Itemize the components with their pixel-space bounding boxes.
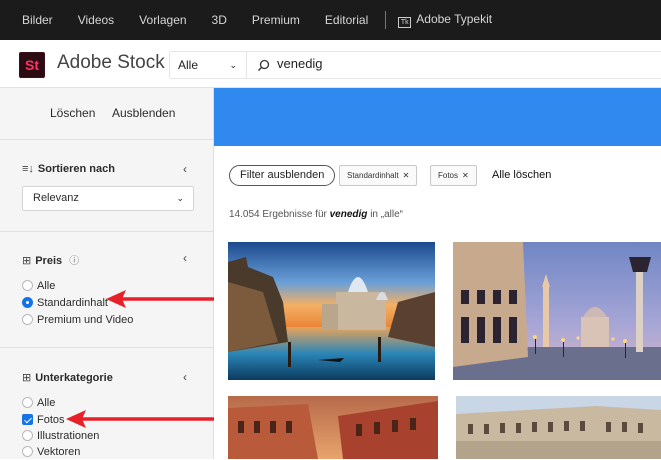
chevron-down-icon: ⌄	[229, 60, 237, 70]
radio-button-selected[interactable]	[22, 297, 33, 308]
nav-link-vorlagen[interactable]: Vorlagen	[139, 13, 186, 27]
search-scope-value: Alle	[178, 58, 199, 72]
option-label: Premium und Video	[37, 314, 134, 326]
section-divider	[0, 347, 213, 348]
filter-sidebar: Löschen Ausblenden ≡↓ Sortieren nach ‹ Re…	[0, 88, 214, 459]
subcategory-option-vektoren[interactable]: Vektoren	[22, 446, 80, 460]
sort-dropdown[interactable]: Relevanz ⌄	[22, 186, 194, 211]
result-thumbnail[interactable]	[453, 242, 661, 380]
result-thumbnail[interactable]	[228, 396, 438, 459]
search-input[interactable]	[277, 56, 637, 71]
nav-link-bilder[interactable]: Bilder	[22, 13, 53, 27]
collapse-sort-icon[interactable]: ‹	[183, 162, 187, 176]
results-area: Filter ausblenden Standardinhalt ✕ Fotos ✕…	[214, 88, 661, 459]
search-bar	[246, 51, 661, 79]
active-filter-chip-standardinhalt[interactable]: Standardinhalt ✕	[339, 165, 418, 186]
search-scope-select[interactable]: Alle ⌄	[169, 51, 247, 79]
checkbox-checked[interactable]	[22, 414, 33, 425]
typekit-icon: Tk	[398, 17, 412, 28]
radio-button[interactable]	[22, 430, 33, 441]
option-label: Standardinhalt	[37, 297, 108, 309]
top-navigation: Bilder Videos Vorlagen 3D Premium Editor…	[0, 0, 661, 40]
hide-sidebar-button[interactable]: Ausblenden	[112, 106, 175, 120]
option-label: Alle	[37, 280, 56, 292]
nav-link-premium[interactable]: Premium	[252, 13, 300, 27]
chevron-down-icon: ⌄	[176, 193, 184, 203]
radio-button[interactable]	[22, 397, 33, 408]
grid-icon: ⊞	[22, 372, 32, 384]
option-label: Illustrationen	[37, 430, 100, 442]
price-title: Preis	[35, 255, 63, 267]
nav-divider	[385, 11, 387, 29]
filter-chip-label: Standardinhalt	[347, 171, 399, 180]
hide-filters-button[interactable]: Filter ausblenden	[229, 165, 336, 186]
brand-title[interactable]: Adobe Stock	[57, 52, 165, 74]
option-label: Alle	[37, 397, 56, 409]
price-option-alle[interactable]: Alle	[22, 280, 55, 294]
option-label: Fotos	[37, 414, 65, 426]
clear-filters-button[interactable]: Löschen	[50, 106, 95, 120]
cart-icon: ⊞	[22, 255, 32, 267]
collapse-subcategory-icon[interactable]: ‹	[183, 370, 187, 384]
collapse-price-icon[interactable]: ‹	[183, 251, 187, 265]
subcategory-option-fotos[interactable]: Fotos	[22, 414, 65, 428]
price-section-header[interactable]: ⊞ Preis ⓘ	[22, 252, 83, 267]
nav-link-editorial[interactable]: Editorial	[325, 13, 368, 27]
active-filter-chip-fotos[interactable]: Fotos ✕	[430, 165, 477, 186]
results-term: venedig	[329, 209, 368, 220]
subcategory-option-alle[interactable]: Alle	[22, 397, 55, 411]
info-icon[interactable]: ⓘ	[69, 256, 79, 267]
close-icon[interactable]: ✕	[403, 171, 410, 180]
results-summary: 14.054 Ergebnisse für venedig in „alle“	[229, 209, 403, 220]
price-option-standardinhalt[interactable]: Standardinhalt	[22, 297, 108, 311]
result-thumbnail[interactable]	[456, 396, 661, 459]
subcategory-option-illustrationen[interactable]: Illustrationen	[22, 430, 99, 444]
results-scope: in „alle“	[370, 209, 403, 220]
header: St Adobe Stock Alle ⌄	[0, 40, 661, 88]
adobe-stock-logo[interactable]: St	[19, 52, 45, 78]
price-option-premium[interactable]: Premium und Video	[22, 314, 133, 328]
radio-button[interactable]	[22, 446, 33, 457]
sort-icon: ≡↓	[22, 163, 34, 175]
sort-title: Sortieren nach	[37, 163, 115, 175]
search-icon	[258, 59, 270, 71]
radio-button[interactable]	[22, 280, 33, 291]
typekit-label: Adobe Typekit	[416, 12, 493, 26]
nav-link-videos[interactable]: Videos	[78, 13, 114, 27]
subcategory-section-header[interactable]: ⊞ Unterkategorie	[22, 371, 113, 384]
option-label: Vektoren	[37, 446, 81, 458]
sort-selected-value: Relevanz	[33, 192, 79, 204]
clear-all-button[interactable]: Alle löschen	[492, 169, 551, 181]
close-icon[interactable]: ✕	[462, 171, 469, 180]
nav-link-3d[interactable]: 3D	[212, 13, 227, 27]
annotation-arrow-standardinhalt	[106, 290, 214, 308]
section-divider	[0, 231, 213, 232]
sort-section-header[interactable]: ≡↓ Sortieren nach	[22, 163, 115, 175]
promo-banner[interactable]	[214, 88, 661, 146]
nav-link-typekit[interactable]: Tk Adobe Typekit	[398, 12, 492, 28]
sidebar-actions: Löschen Ausblenden	[0, 88, 213, 140]
radio-button[interactable]	[22, 314, 33, 325]
results-count: 14.054 Ergebnisse für	[229, 209, 327, 220]
subcategory-title: Unterkategorie	[35, 372, 113, 384]
filter-chip-label: Fotos	[438, 171, 459, 180]
annotation-arrow-fotos	[66, 410, 214, 428]
result-thumbnail[interactable]	[228, 242, 435, 380]
